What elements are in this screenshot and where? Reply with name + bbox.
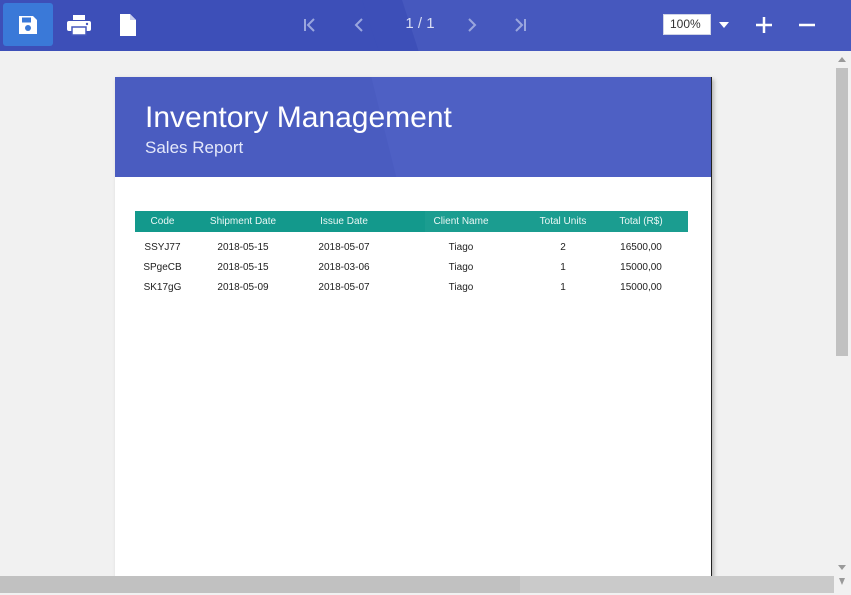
cell-total-units: 1 — [560, 282, 566, 293]
column-header-total-units: Total Units — [539, 216, 587, 227]
cell-code: SSYJ77 — [144, 242, 181, 253]
cell-total: 15000,00 — [620, 262, 662, 273]
cell-client-name: Tiago — [448, 282, 474, 293]
export-document-button[interactable] — [103, 3, 153, 46]
next-page-button[interactable] — [460, 13, 484, 37]
cell-shipment-date: 2018-05-15 — [217, 242, 269, 253]
report-title: Inventory Management — [145, 101, 452, 134]
column-header-issue-date: Issue Date — [320, 216, 368, 227]
document-icon — [120, 13, 136, 36]
scroll-up-arrow-icon[interactable] — [838, 57, 846, 62]
chevron-right-icon — [468, 18, 477, 32]
table-header: Code Shipment Date Issue Date Client Nam… — [135, 211, 688, 232]
vertical-scrollbar-thumb[interactable] — [836, 68, 848, 356]
print-button[interactable] — [54, 3, 104, 46]
first-page-button[interactable] — [298, 13, 322, 37]
floppy-disk-icon — [19, 15, 37, 34]
scroll-down-arrow-icon[interactable] — [838, 565, 846, 570]
horizontal-scrollbar-track-shade — [520, 576, 834, 593]
save-button[interactable] — [3, 3, 53, 46]
cell-issue-date: 2018-05-07 — [318, 282, 370, 293]
cell-client-name: Tiago — [448, 262, 474, 273]
column-header-shipment-date: Shipment Date — [209, 216, 277, 227]
report-subtitle: Sales Report — [145, 138, 244, 157]
zoom-dropdown-button[interactable] — [717, 18, 731, 32]
caret-down-icon — [719, 22, 729, 28]
scroll-down-arrow-icon[interactable] — [839, 578, 845, 585]
scrollbar-corner — [834, 576, 851, 595]
last-page-icon — [515, 18, 526, 32]
cell-total-units: 1 — [560, 262, 566, 273]
minus-icon — [799, 23, 815, 27]
cell-total-units: 2 — [560, 242, 566, 253]
zoom-out-button[interactable] — [795, 13, 819, 37]
column-header-total: Total (R$) — [619, 216, 663, 227]
cell-issue-date: 2018-03-06 — [318, 262, 370, 273]
report-page: Inventory Management Sales Report Code S… — [115, 77, 712, 576]
cell-code: SPgeCB — [143, 262, 182, 273]
zoom-in-button[interactable] — [752, 13, 776, 37]
viewer-toolbar: 1 / 1 100% — [0, 0, 851, 51]
horizontal-scrollbar[interactable] — [0, 576, 834, 593]
cell-shipment-date: 2018-05-09 — [217, 282, 269, 293]
cell-issue-date: 2018-05-07 — [318, 242, 370, 253]
cell-code: SK17gG — [143, 282, 182, 293]
plus-icon — [756, 17, 772, 33]
vertical-scrollbar[interactable] — [834, 51, 851, 576]
cell-total: 15000,00 — [620, 282, 662, 293]
last-page-button[interactable] — [508, 13, 532, 37]
first-page-icon — [304, 18, 315, 32]
column-header-client-name: Client Name — [433, 216, 489, 227]
printer-icon — [67, 14, 91, 36]
report-header: Inventory Management Sales Report — [115, 77, 711, 177]
cell-shipment-date: 2018-05-15 — [217, 262, 269, 273]
cell-total: 16500,00 — [620, 242, 662, 253]
column-header-code: Code — [150, 216, 175, 227]
zoom-input[interactable]: 100% — [663, 14, 711, 35]
chevron-left-icon — [354, 18, 363, 32]
cell-client-name: Tiago — [448, 242, 474, 253]
previous-page-button[interactable] — [347, 13, 371, 37]
page-indicator: 1 / 1 — [405, 15, 435, 32]
